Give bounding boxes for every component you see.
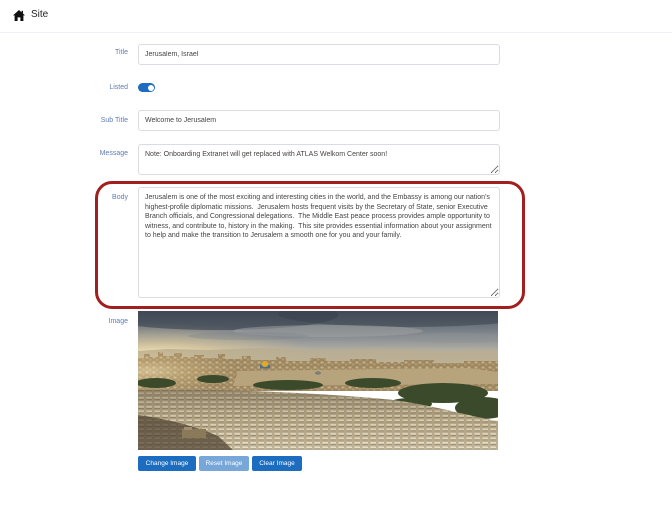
clear-image-button[interactable]: Clear Image [252,456,302,471]
jerusalem-photo [138,311,498,450]
subtitle-input[interactable] [138,110,500,131]
page-title: Site [31,9,49,20]
subtitle-label: Sub Title [100,116,128,124]
home-icon[interactable] [13,10,25,21]
top-bar: Site [0,0,672,33]
al-aqsa-dome [315,371,321,375]
body-label: Body [112,193,128,201]
listed-toggle[interactable] [138,83,155,92]
title-label: Title [115,49,128,56]
body-textarea[interactable]: Jerusalem is one of the most exciting an… [138,187,500,298]
change-image-button[interactable]: Change Image [138,456,196,471]
toggle-knob [147,84,154,91]
listed-label: Listed [109,83,128,91]
title-input[interactable] [138,44,500,65]
image-label: Image [108,317,128,325]
message-label: Message [99,149,128,157]
reset-image-button[interactable]: Reset Image [199,456,249,471]
message-textarea[interactable]: Note: Onboarding Extranet will get repla… [138,144,500,175]
